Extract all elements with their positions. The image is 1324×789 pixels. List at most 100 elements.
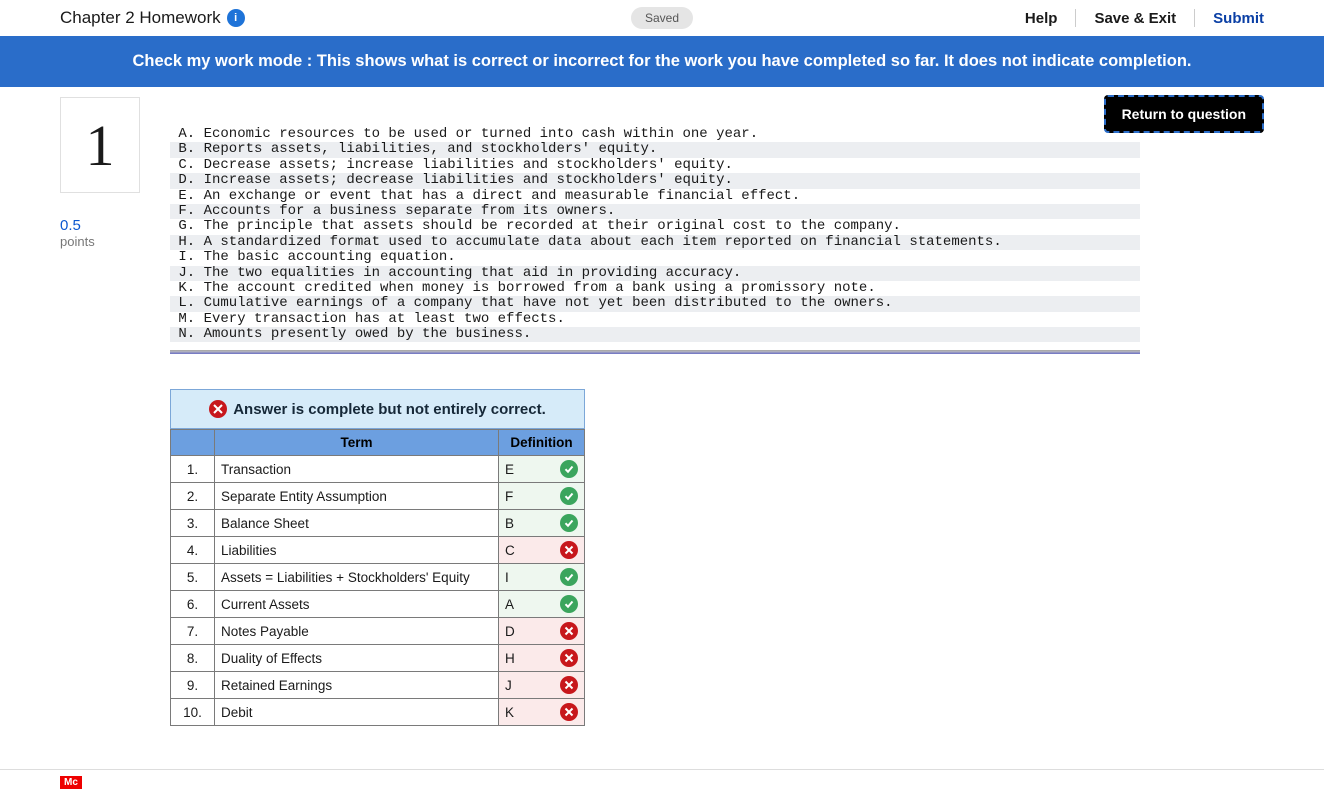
term-cell: Separate Entity Assumption <box>215 483 499 510</box>
definition-letter: K <box>505 705 514 720</box>
answer-status-text: Answer is complete but not entirely corr… <box>233 401 546 418</box>
term-cell: Balance Sheet <box>215 510 499 537</box>
table-row: 9.Retained Earnings J <box>171 672 585 699</box>
definition-letter: H <box>505 651 515 666</box>
cross-icon <box>560 649 578 667</box>
save-exit-link[interactable]: Save & Exit <box>1094 10 1176 27</box>
table-row: 1.Transaction E <box>171 456 585 483</box>
row-number: 5. <box>171 564 215 591</box>
term-cell: Current Assets <box>215 591 499 618</box>
term-cell: Transaction <box>215 456 499 483</box>
check-icon <box>560 460 578 478</box>
definition-row: J. The two equalities in accounting that… <box>170 266 1140 281</box>
saved-badge: Saved <box>631 7 693 29</box>
term-cell: Retained Earnings <box>215 672 499 699</box>
definition-cell[interactable]: I <box>499 564 585 591</box>
term-cell: Liabilities <box>215 537 499 564</box>
term-cell: Debit <box>215 699 499 726</box>
definition-row: F. Accounts for a business separate from… <box>170 204 1140 219</box>
term-cell: Notes Payable <box>215 618 499 645</box>
definition-row: L. Cumulative earnings of a company that… <box>170 296 1140 311</box>
definition-letter: B <box>505 516 514 531</box>
definition-letter: J <box>505 678 512 693</box>
info-icon[interactable]: i <box>227 9 245 27</box>
definition-row: K. The account credited when money is bo… <box>170 281 1140 296</box>
definition-row: M. Every transaction has at least two ef… <box>170 312 1140 327</box>
definition-row: A. Economic resources to be used or turn… <box>170 127 1140 142</box>
definition-cell[interactable]: D <box>499 618 585 645</box>
definition-letter: F <box>505 489 513 504</box>
definition-letter: A <box>505 597 514 612</box>
mh-logo: Mc <box>60 776 82 789</box>
row-number: 1. <box>171 456 215 483</box>
definition-row: C. Decrease assets; increase liabilities… <box>170 158 1140 173</box>
definition-row: H. A standardized format used to accumul… <box>170 235 1140 250</box>
table-row: 10.Debit K <box>171 699 585 726</box>
definition-cell[interactable]: B <box>499 510 585 537</box>
cross-icon <box>209 400 227 418</box>
row-number: 10. <box>171 699 215 726</box>
definition-cell[interactable]: F <box>499 483 585 510</box>
cross-icon <box>560 622 578 640</box>
term-cell: Duality of Effects <box>215 645 499 672</box>
divider <box>1075 9 1076 27</box>
definition-letter: D <box>505 624 515 639</box>
col-definition: Definition <box>499 430 585 456</box>
definition-letter: I <box>505 570 509 585</box>
definition-cell[interactable]: H <box>499 645 585 672</box>
definition-row: G. The principle that assets should be r… <box>170 219 1140 234</box>
definition-row: I. The basic accounting equation. <box>170 250 1140 265</box>
table-row: 4.Liabilities C <box>171 537 585 564</box>
table-row: 7.Notes Payable D <box>171 618 585 645</box>
row-number: 6. <box>171 591 215 618</box>
row-number: 7. <box>171 618 215 645</box>
definition-cell[interactable]: E <box>499 456 585 483</box>
check-icon <box>560 487 578 505</box>
col-blank <box>171 430 215 456</box>
definition-letter: C <box>505 543 515 558</box>
col-term: Term <box>215 430 499 456</box>
check-work-banner: Check my work mode : This shows what is … <box>0 36 1324 87</box>
definition-row: E. An exchange or event that has a direc… <box>170 189 1140 204</box>
definition-cell[interactable]: J <box>499 672 585 699</box>
row-number: 9. <box>171 672 215 699</box>
table-row: 5.Assets = Liabilities + Stockholders' E… <box>171 564 585 591</box>
cross-icon <box>560 703 578 721</box>
definition-letter: E <box>505 462 514 477</box>
row-number: 8. <box>171 645 215 672</box>
points-label: points <box>60 234 150 249</box>
divider <box>1194 9 1195 27</box>
definition-separator <box>170 350 1140 354</box>
header-bar: Chapter 2 Homework i Saved Help Save & E… <box>0 0 1324 36</box>
table-row: 6.Current Assets A <box>171 591 585 618</box>
answer-panel: Answer is complete but not entirely corr… <box>170 389 585 726</box>
check-icon <box>560 568 578 586</box>
definition-cell[interactable]: C <box>499 537 585 564</box>
definition-row: D. Increase assets; decrease liabilities… <box>170 173 1140 188</box>
help-link[interactable]: Help <box>1025 10 1058 27</box>
answer-status-header: Answer is complete but not entirely corr… <box>170 389 585 429</box>
table-row: 8.Duality of Effects H <box>171 645 585 672</box>
row-number: 2. <box>171 483 215 510</box>
cross-icon <box>560 676 578 694</box>
table-row: 3.Balance Sheet B <box>171 510 585 537</box>
question-number-box: 1 <box>60 97 140 193</box>
submit-link[interactable]: Submit <box>1213 10 1264 27</box>
check-icon <box>560 595 578 613</box>
cross-icon <box>560 541 578 559</box>
definition-cell[interactable]: A <box>499 591 585 618</box>
answer-table: Term Definition 1.Transaction E 2.Separate… <box>170 429 585 726</box>
table-row: 2.Separate Entity Assumption F <box>171 483 585 510</box>
term-cell: Assets = Liabilities + Stockholders' Equ… <box>215 564 499 591</box>
row-number: 4. <box>171 537 215 564</box>
points-value: 0.5 <box>60 217 150 234</box>
definition-list: A. Economic resources to be used or turn… <box>170 127 1140 342</box>
footer-bar: Mc <box>0 769 1324 789</box>
return-to-question-button[interactable]: Return to question <box>1104 95 1264 133</box>
definition-row: N. Amounts presently owed by the busines… <box>170 327 1140 342</box>
definition-cell[interactable]: K <box>499 699 585 726</box>
definition-row: B. Reports assets, liabilities, and stoc… <box>170 142 1140 157</box>
check-icon <box>560 514 578 532</box>
assignment-title: Chapter 2 Homework <box>60 8 221 28</box>
row-number: 3. <box>171 510 215 537</box>
